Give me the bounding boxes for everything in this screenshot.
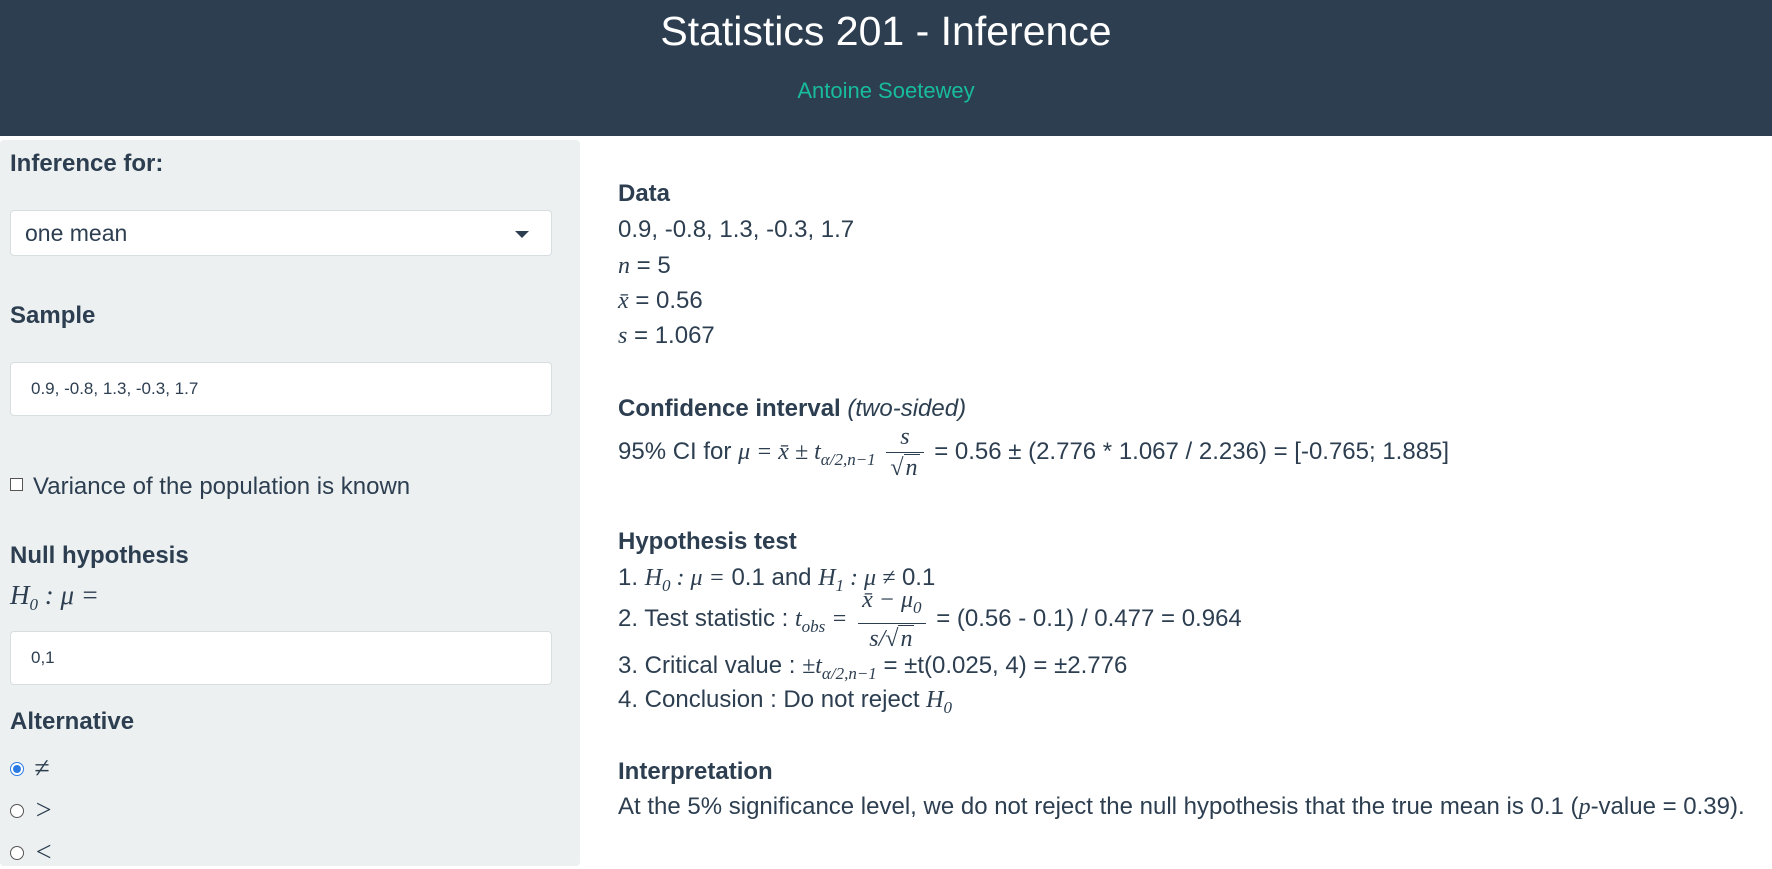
- null-hypothesis-input[interactable]: 0,1: [10, 631, 552, 685]
- n-value: 5: [657, 252, 671, 279]
- data-values: 0.9, -0.8, 1.3, -0.3, 1.7: [618, 216, 855, 243]
- hypothesis-test-heading: Hypothesis test: [618, 528, 797, 555]
- s-line: s = 1.067: [618, 322, 715, 349]
- hypothesis-step-2: 2. Test statistic : tobs = x̄ − μ0 s/√n =…: [618, 585, 1242, 654]
- hypothesis-step-3: 3. Critical value : ±tα/2,n−1 = ±t(0.025…: [618, 652, 1128, 683]
- chevron-down-icon: [515, 231, 529, 238]
- data-heading: Data: [618, 180, 671, 207]
- alternative-lt-label: <: [34, 837, 53, 868]
- ci-heading: Confidence interval (two-sided): [618, 395, 967, 422]
- s-over-sqrt-n-fraction: s √n: [886, 422, 924, 483]
- xbar-line: x̄ = 0.56: [618, 287, 703, 314]
- inference-for-label: Inference for:: [10, 150, 164, 177]
- test-statistic-fraction: x̄ − μ0 s/√n: [858, 585, 926, 654]
- hypothesis-step-4: 4. Conclusion : Do not reject H0: [618, 686, 953, 717]
- alternative-option-gt[interactable]: >: [10, 794, 53, 827]
- xbar-value: 0.56: [656, 287, 703, 314]
- alternative-gt-label: >: [34, 795, 53, 826]
- ci-formula-line: 95% CI for μ = x̄ ± tα/2,n−1 s √n = 0.56 …: [618, 422, 1450, 483]
- variance-known-checkbox-row[interactable]: Variance of the population is known: [10, 473, 410, 501]
- n-line: n = 5: [618, 252, 671, 279]
- radio-button[interactable]: [10, 804, 24, 818]
- inference-select-value: one mean: [25, 220, 128, 246]
- radio-button-selected[interactable]: [10, 762, 24, 776]
- alternative-neq-label: ≠: [34, 753, 50, 784]
- interpretation-text: At the 5% significance level, we do not …: [618, 793, 1745, 820]
- interpretation-heading: Interpretation: [618, 758, 773, 785]
- test-statistic-result: = (0.56 - 0.1) / 0.477 = 0.964: [936, 604, 1242, 632]
- sample-label: Sample: [10, 302, 96, 329]
- s-value: 1.067: [654, 322, 715, 349]
- page-title: Statistics 201 - Inference: [660, 8, 1112, 54]
- ci-prefix: 95% CI for: [618, 437, 732, 465]
- variance-known-label: Variance of the population is known: [33, 473, 411, 500]
- inference-select[interactable]: one mean: [10, 210, 552, 256]
- app-header: Statistics 201 - Inference Antoine Soete…: [0, 0, 1772, 136]
- null-hypothesis-value: 0,1: [31, 648, 55, 667]
- null-hypothesis-formula: H0 : μ =: [10, 580, 100, 614]
- sample-input-value: 0.9, -0.8, 1.3, -0.3, 1.7: [31, 379, 199, 398]
- variance-known-checkbox[interactable]: [10, 478, 23, 491]
- null-hypothesis-label: Null hypothesis: [10, 542, 189, 569]
- ci-computation: = 0.56 ± (2.776 * 1.067 / 2.236) = [-0.7…: [934, 437, 1450, 465]
- sidebar-panel: Inference for: one mean Sample 0.9, -0.8…: [0, 140, 580, 869]
- author-name: Antoine Soetewey: [797, 78, 975, 103]
- sample-input[interactable]: 0.9, -0.8, 1.3, -0.3, 1.7: [10, 362, 552, 416]
- alternative-option-neq[interactable]: ≠: [10, 752, 49, 785]
- radio-button[interactable]: [10, 846, 24, 860]
- alternative-label: Alternative: [10, 708, 135, 735]
- alternative-option-lt[interactable]: <: [10, 836, 53, 869]
